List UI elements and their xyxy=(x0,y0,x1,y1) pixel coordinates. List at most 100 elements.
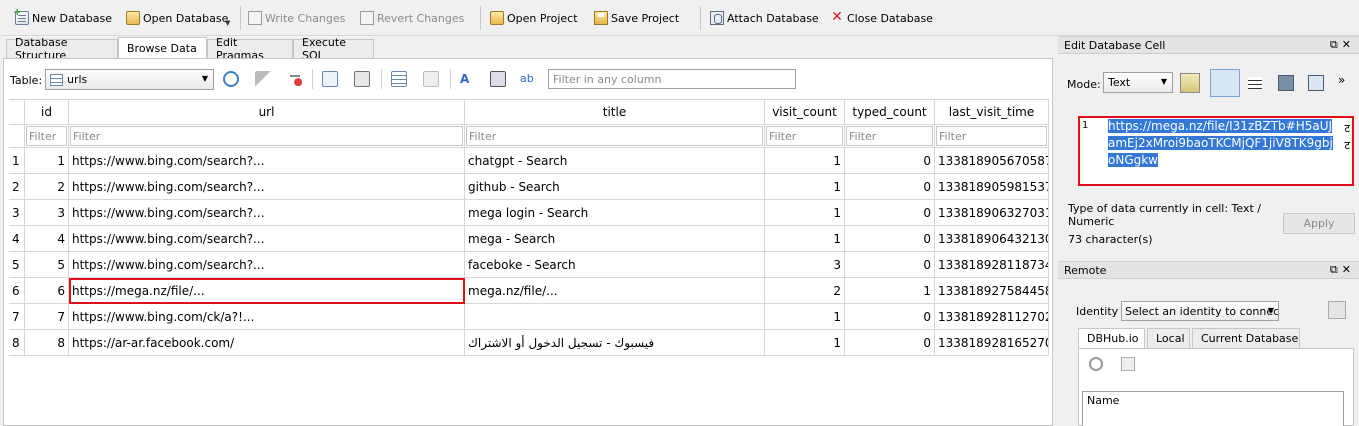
write-changes-button[interactable]: Write Changes xyxy=(248,9,345,27)
print-icon[interactable] xyxy=(354,71,370,87)
open-project-button[interactable]: Open Project xyxy=(490,9,578,27)
cell-last-visit-time[interactable]: 13381892758445800 xyxy=(935,278,1049,304)
cell-typed-count[interactable]: 0 xyxy=(845,200,935,226)
filter-input-last-visit-time[interactable] xyxy=(936,126,1047,146)
tab-current-database[interactable]: Current Database xyxy=(1192,328,1300,348)
tab-dbhub[interactable]: DBHub.io xyxy=(1078,328,1145,348)
row-number[interactable]: 1 xyxy=(9,148,25,174)
attach-database-button[interactable]: Attach Database xyxy=(710,9,819,27)
text-format-icon[interactable]: A xyxy=(460,71,476,87)
cell-typed-count[interactable]: 0 xyxy=(845,148,935,174)
close-database-button[interactable]: ✕ Close Database xyxy=(830,9,933,27)
column-header-title[interactable]: title xyxy=(465,100,765,125)
more-icon[interactable]: » xyxy=(1338,73,1358,93)
cell-title[interactable] xyxy=(465,304,765,330)
column-header-last-visit-time[interactable]: last_visit_time xyxy=(935,100,1049,125)
row-number[interactable]: 4 xyxy=(9,226,25,252)
row-number[interactable]: 7 xyxy=(9,304,25,330)
save-table-icon[interactable] xyxy=(322,71,338,87)
cell-id[interactable]: 8 xyxy=(25,330,69,356)
cell-typed-count[interactable]: 0 xyxy=(845,226,935,252)
refresh-icon[interactable] xyxy=(223,71,239,87)
tab-browse-data[interactable]: Browse Data xyxy=(118,37,207,58)
table-row[interactable]: 8 8 https://ar-ar.facebook.com/فيسبوك - تس… xyxy=(9,330,1049,356)
cell-editor[interactable]: 1 https://mega.nz/file/I31zBZTb#H5aUJamE… xyxy=(1078,116,1354,186)
cell-id[interactable]: 1 xyxy=(25,148,69,174)
find-icon[interactable] xyxy=(490,71,506,87)
row-number[interactable]: 2 xyxy=(9,174,25,200)
cell-typed-count[interactable]: 0 xyxy=(845,304,935,330)
find-replace-icon[interactable]: ab xyxy=(520,71,536,87)
cell-url[interactable]: https://www.bing.com/search?... xyxy=(69,200,465,226)
cell-last-visit-time[interactable]: 13381890643213050 xyxy=(935,226,1049,252)
cell-title[interactable]: chatgpt - Search xyxy=(465,148,765,174)
cell-url[interactable]: https://mega.nz/file/... xyxy=(69,278,465,304)
column-header-visit-count[interactable]: visit_count xyxy=(765,100,845,125)
cell-visit-count[interactable]: 1 xyxy=(765,226,845,252)
panel-float-close-icons[interactable]: ⧉✕ xyxy=(1330,263,1355,277)
table-row[interactable]: 2 2 https://www.bing.com/search?... github … xyxy=(9,174,1049,200)
cell-url[interactable]: https://ar-ar.facebook.com/ xyxy=(69,330,465,356)
cell-url[interactable]: https://www.bing.com/search?... xyxy=(69,174,465,200)
word-wrap-icon[interactable] xyxy=(1210,69,1240,97)
auto-switch-mode-icon[interactable] xyxy=(1180,73,1200,93)
export-icon[interactable] xyxy=(1308,75,1324,91)
revert-changes-button[interactable]: Revert Changes xyxy=(360,9,464,27)
cell-id[interactable]: 2 xyxy=(25,174,69,200)
clear-sorting-icon[interactable] xyxy=(287,71,303,87)
cell-id[interactable]: 7 xyxy=(25,304,69,330)
panel-float-close-icons[interactable]: ⧉✕ xyxy=(1330,38,1355,52)
table-row[interactable]: 1 1 https://www.bing.com/search?... chatgpt… xyxy=(9,148,1049,174)
delete-record-icon[interactable] xyxy=(423,71,439,87)
tab-local[interactable]: Local xyxy=(1147,328,1190,348)
cell-typed-count[interactable]: 1 xyxy=(845,278,935,304)
apply-button[interactable]: Apply xyxy=(1283,213,1355,234)
cell-last-visit-time[interactable]: 13381890598153720 xyxy=(935,174,1049,200)
column-header-typed-count[interactable]: typed_count xyxy=(845,100,935,125)
cell-url[interactable]: https://www.bing.com/search?... xyxy=(69,148,465,174)
cell-title[interactable]: فيسبوك - تسجيل الدخول أو الاشتراك xyxy=(465,330,765,356)
format-icon[interactable] xyxy=(1248,77,1262,89)
tab-database-structure[interactable]: Database Structure xyxy=(6,36,118,62)
filter-input-typed-count[interactable] xyxy=(846,126,933,146)
cell-visit-count[interactable]: 1 xyxy=(765,148,845,174)
cell-url[interactable]: https://www.bing.com/ck/a?!... xyxy=(69,304,465,330)
new-database-button[interactable]: New Database xyxy=(13,7,112,27)
column-header-id[interactable]: id xyxy=(25,100,69,125)
open-database-button[interactable]: Open Database xyxy=(126,9,228,27)
table-row[interactable]: 3 3 https://www.bing.com/search?... mega lo… xyxy=(9,200,1049,226)
filter-input-url[interactable] xyxy=(70,126,463,146)
cell-title[interactable]: faceboke - Search xyxy=(465,252,765,278)
refresh-icon[interactable] xyxy=(1089,357,1103,371)
table-row[interactable]: 7 7 https://www.bing.com/ck/a?!... 1 0 133818… xyxy=(9,304,1049,330)
clear-filters-icon[interactable] xyxy=(255,71,271,87)
identity-select[interactable]: Select an identity to connect ▼ xyxy=(1121,301,1279,321)
cell-visit-count[interactable]: 1 xyxy=(765,330,845,356)
cell-last-visit-time[interactable]: 13381890567058770 xyxy=(935,148,1049,174)
tab-execute-sql[interactable]: Execute SQL xyxy=(293,36,374,62)
row-number[interactable]: 8 xyxy=(9,330,25,356)
cell-url[interactable]: https://www.bing.com/search?... xyxy=(69,252,465,278)
table-row[interactable]: 6 6 https://mega.nz/file/... mega.nz/file/.… xyxy=(9,278,1049,304)
open-database-dropdown[interactable]: ▼ xyxy=(225,14,230,32)
push-database-icon[interactable] xyxy=(1328,301,1346,319)
cell-typed-count[interactable]: 0 xyxy=(845,174,935,200)
tab-edit-pragmas[interactable]: Edit Pragmas xyxy=(207,36,293,62)
row-number[interactable]: 3 xyxy=(9,200,25,226)
table-select[interactable]: urls ▼ xyxy=(45,69,214,90)
filter-input-id[interactable] xyxy=(26,126,67,146)
mode-select[interactable]: Text ▼ xyxy=(1103,72,1173,93)
clone-icon[interactable] xyxy=(1121,357,1135,371)
cell-title[interactable]: mega.nz/file/... xyxy=(465,278,765,304)
cell-id[interactable]: 6 xyxy=(25,278,69,304)
table-row[interactable]: 4 4 https://www.bing.com/search?... mega - … xyxy=(9,226,1049,252)
cell-id[interactable]: 5 xyxy=(25,252,69,278)
remote-list[interactable]: Name xyxy=(1082,391,1344,426)
cell-typed-count[interactable]: 0 xyxy=(845,330,935,356)
filter-input-title[interactable] xyxy=(466,126,763,146)
cell-last-visit-time[interactable]: 13381892816527000 xyxy=(935,330,1049,356)
table-row[interactable]: 5 5 https://www.bing.com/search?... facebok… xyxy=(9,252,1049,278)
cell-url[interactable]: https://www.bing.com/search?... xyxy=(69,226,465,252)
cell-id[interactable]: 4 xyxy=(25,226,69,252)
cell-last-visit-time[interactable]: 13381890632703120 xyxy=(935,200,1049,226)
